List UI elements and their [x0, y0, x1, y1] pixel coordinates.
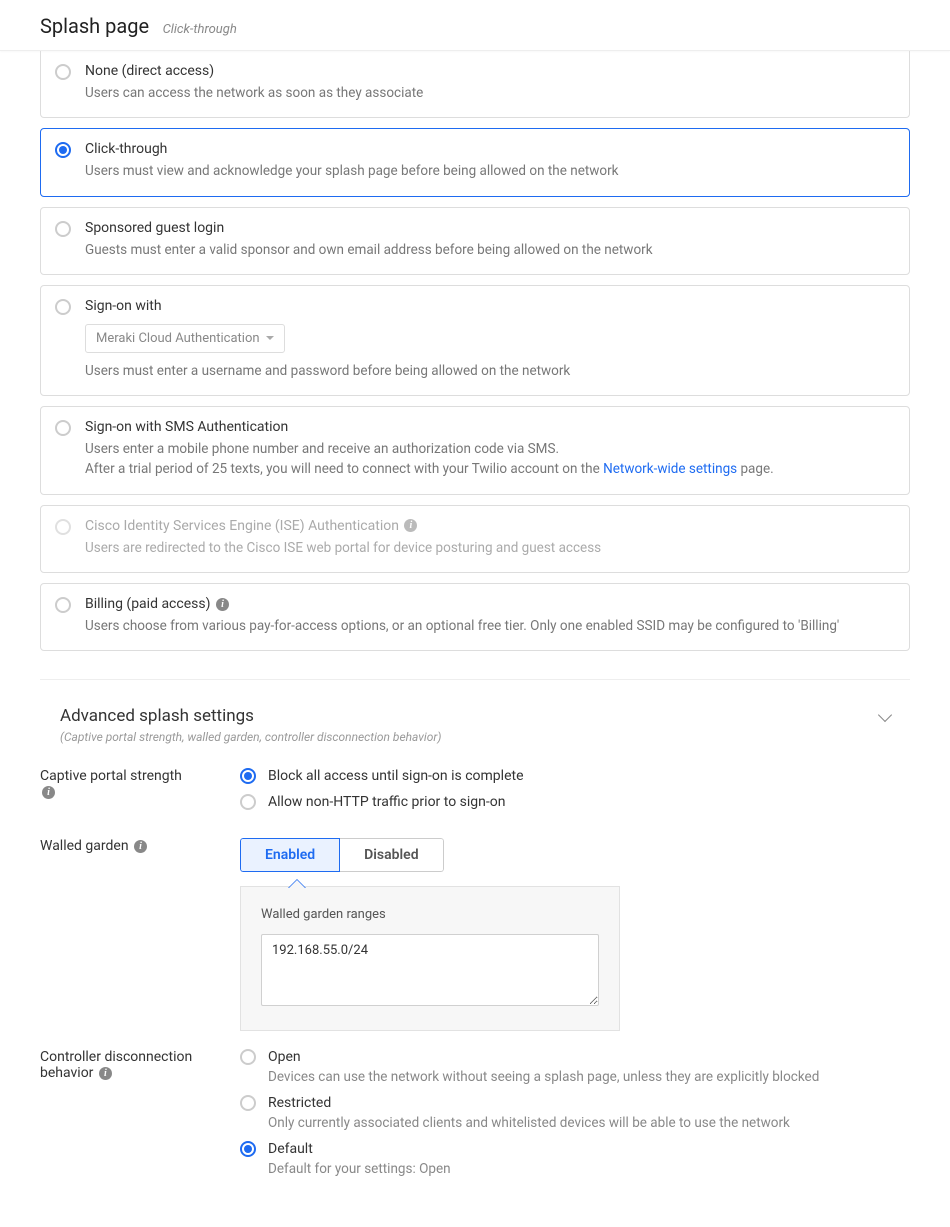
walled-ranges-label: Walled garden ranges [261, 907, 599, 922]
info-icon[interactable]: i [99, 1067, 112, 1080]
option-ise-title: Cisco Identity Services Engine (ISE) Aut… [85, 518, 895, 534]
option-click-through[interactable]: Click-through Users must view and acknow… [40, 128, 910, 196]
option-click-title: Click-through [85, 141, 895, 157]
controller-default-option[interactable]: Default Default for your settings: Open [240, 1141, 910, 1177]
advanced-title: Advanced splash settings [60, 706, 890, 726]
option-signon-desc: Users must enter a username and password… [85, 361, 895, 381]
captive-allow-option[interactable]: Allow non-HTTP traffic prior to sign-on [240, 794, 910, 810]
walled-garden-row: Walled garden i Enabled Disabled Walled … [40, 820, 910, 1031]
option-none-title: None (direct access) [85, 63, 895, 79]
captive-block-option[interactable]: Block all access until sign-on is comple… [240, 768, 910, 784]
controller-open-option[interactable]: Open Devices can use the network without… [240, 1049, 910, 1085]
captive-label: Captive portal strength i [40, 768, 240, 820]
option-click-desc: Users must view and acknowledge your spl… [85, 161, 895, 181]
controller-default-title: Default [268, 1141, 451, 1157]
option-sponsored-title: Sponsored guest login [85, 220, 895, 236]
radio-click-through[interactable] [55, 142, 71, 158]
option-billing-title: Billing (paid access) i [85, 596, 895, 612]
controller-open-desc: Devices can use the network without seei… [268, 1069, 819, 1085]
option-sms[interactable]: Sign-on with SMS Authentication Users en… [40, 406, 910, 495]
option-billing-desc: Users choose from various pay-for-access… [85, 616, 895, 636]
caret-down-icon [266, 336, 274, 340]
option-none-desc: Users can access the network as soon as … [85, 83, 895, 103]
walled-toggle: Enabled Disabled [240, 838, 444, 872]
option-sponsored[interactable]: Sponsored guest login Guests must enter … [40, 207, 910, 275]
option-sms-title: Sign-on with SMS Authentication [85, 419, 895, 435]
walled-disabled-button[interactable]: Disabled [340, 838, 443, 872]
radio-captive-block[interactable] [240, 768, 256, 784]
captive-portal-row: Captive portal strength i Block all acce… [40, 750, 910, 820]
network-wide-settings-link[interactable]: Network-wide settings [603, 461, 737, 477]
controller-restricted-option[interactable]: Restricted Only currently associated cli… [240, 1095, 910, 1131]
info-icon[interactable]: i [216, 598, 229, 611]
option-ise: Cisco Identity Services Engine (ISE) Aut… [40, 505, 910, 573]
controller-open-title: Open [268, 1049, 819, 1065]
advanced-header[interactable]: Advanced splash settings (Captive portal… [40, 680, 910, 750]
radio-billing[interactable] [55, 597, 71, 613]
signon-auth-dropdown[interactable]: Meraki Cloud Authentication [85, 324, 285, 353]
walled-enabled-button[interactable]: Enabled [240, 838, 340, 872]
option-ise-desc: Users are redirected to the Cisco ISE we… [85, 538, 895, 558]
controller-restricted-desc: Only currently associated clients and wh… [268, 1115, 790, 1131]
option-sponsored-desc: Guests must enter a valid sponsor and ow… [85, 240, 895, 260]
option-signon-title: Sign-on with [85, 298, 895, 314]
radio-none[interactable] [55, 64, 71, 80]
radio-sms[interactable] [55, 420, 71, 436]
radio-ise [55, 519, 71, 535]
option-none[interactable]: None (direct access) Users can access th… [40, 51, 910, 118]
option-billing[interactable]: Billing (paid access) i Users choose fro… [40, 583, 910, 651]
info-icon[interactable]: i [42, 786, 55, 799]
panel-arrow-icon [288, 879, 306, 888]
option-signon[interactable]: Sign-on with Meraki Cloud Authentication… [40, 285, 910, 396]
radio-sponsored[interactable] [55, 221, 71, 237]
radio-controller-default[interactable] [240, 1141, 256, 1157]
captive-block-label: Block all access until sign-on is comple… [268, 768, 524, 784]
page-title: Splash page [40, 14, 149, 38]
controller-label: Controller disconnection behavior i [40, 1049, 240, 1187]
radio-controller-open[interactable] [240, 1049, 256, 1065]
captive-allow-label: Allow non-HTTP traffic prior to sign-on [268, 794, 505, 810]
walled-panel-wrap: Walled garden ranges [240, 886, 910, 1031]
walled-label: Walled garden i [40, 838, 240, 1031]
content-area: None (direct access) Users can access th… [0, 51, 950, 1227]
walled-panel: Walled garden ranges [240, 886, 620, 1031]
option-sms-desc: Users enter a mobile phone number and re… [85, 439, 895, 480]
controller-default-desc: Default for your settings: Open [268, 1161, 451, 1177]
info-icon[interactable]: i [404, 519, 417, 532]
radio-signon[interactable] [55, 299, 71, 315]
radio-controller-restricted[interactable] [240, 1095, 256, 1111]
page-header: Splash page Click-through [0, 0, 950, 51]
controller-row: Controller disconnection behavior i Open… [40, 1031, 910, 1187]
info-icon[interactable]: i [134, 840, 147, 853]
radio-captive-allow[interactable] [240, 794, 256, 810]
advanced-sub: (Captive portal strength, walled garden,… [60, 730, 890, 744]
page-subtitle: Click-through [163, 22, 237, 37]
walled-ranges-input[interactable] [261, 934, 599, 1006]
signon-auth-value: Meraki Cloud Authentication [96, 331, 260, 346]
controller-restricted-title: Restricted [268, 1095, 790, 1111]
